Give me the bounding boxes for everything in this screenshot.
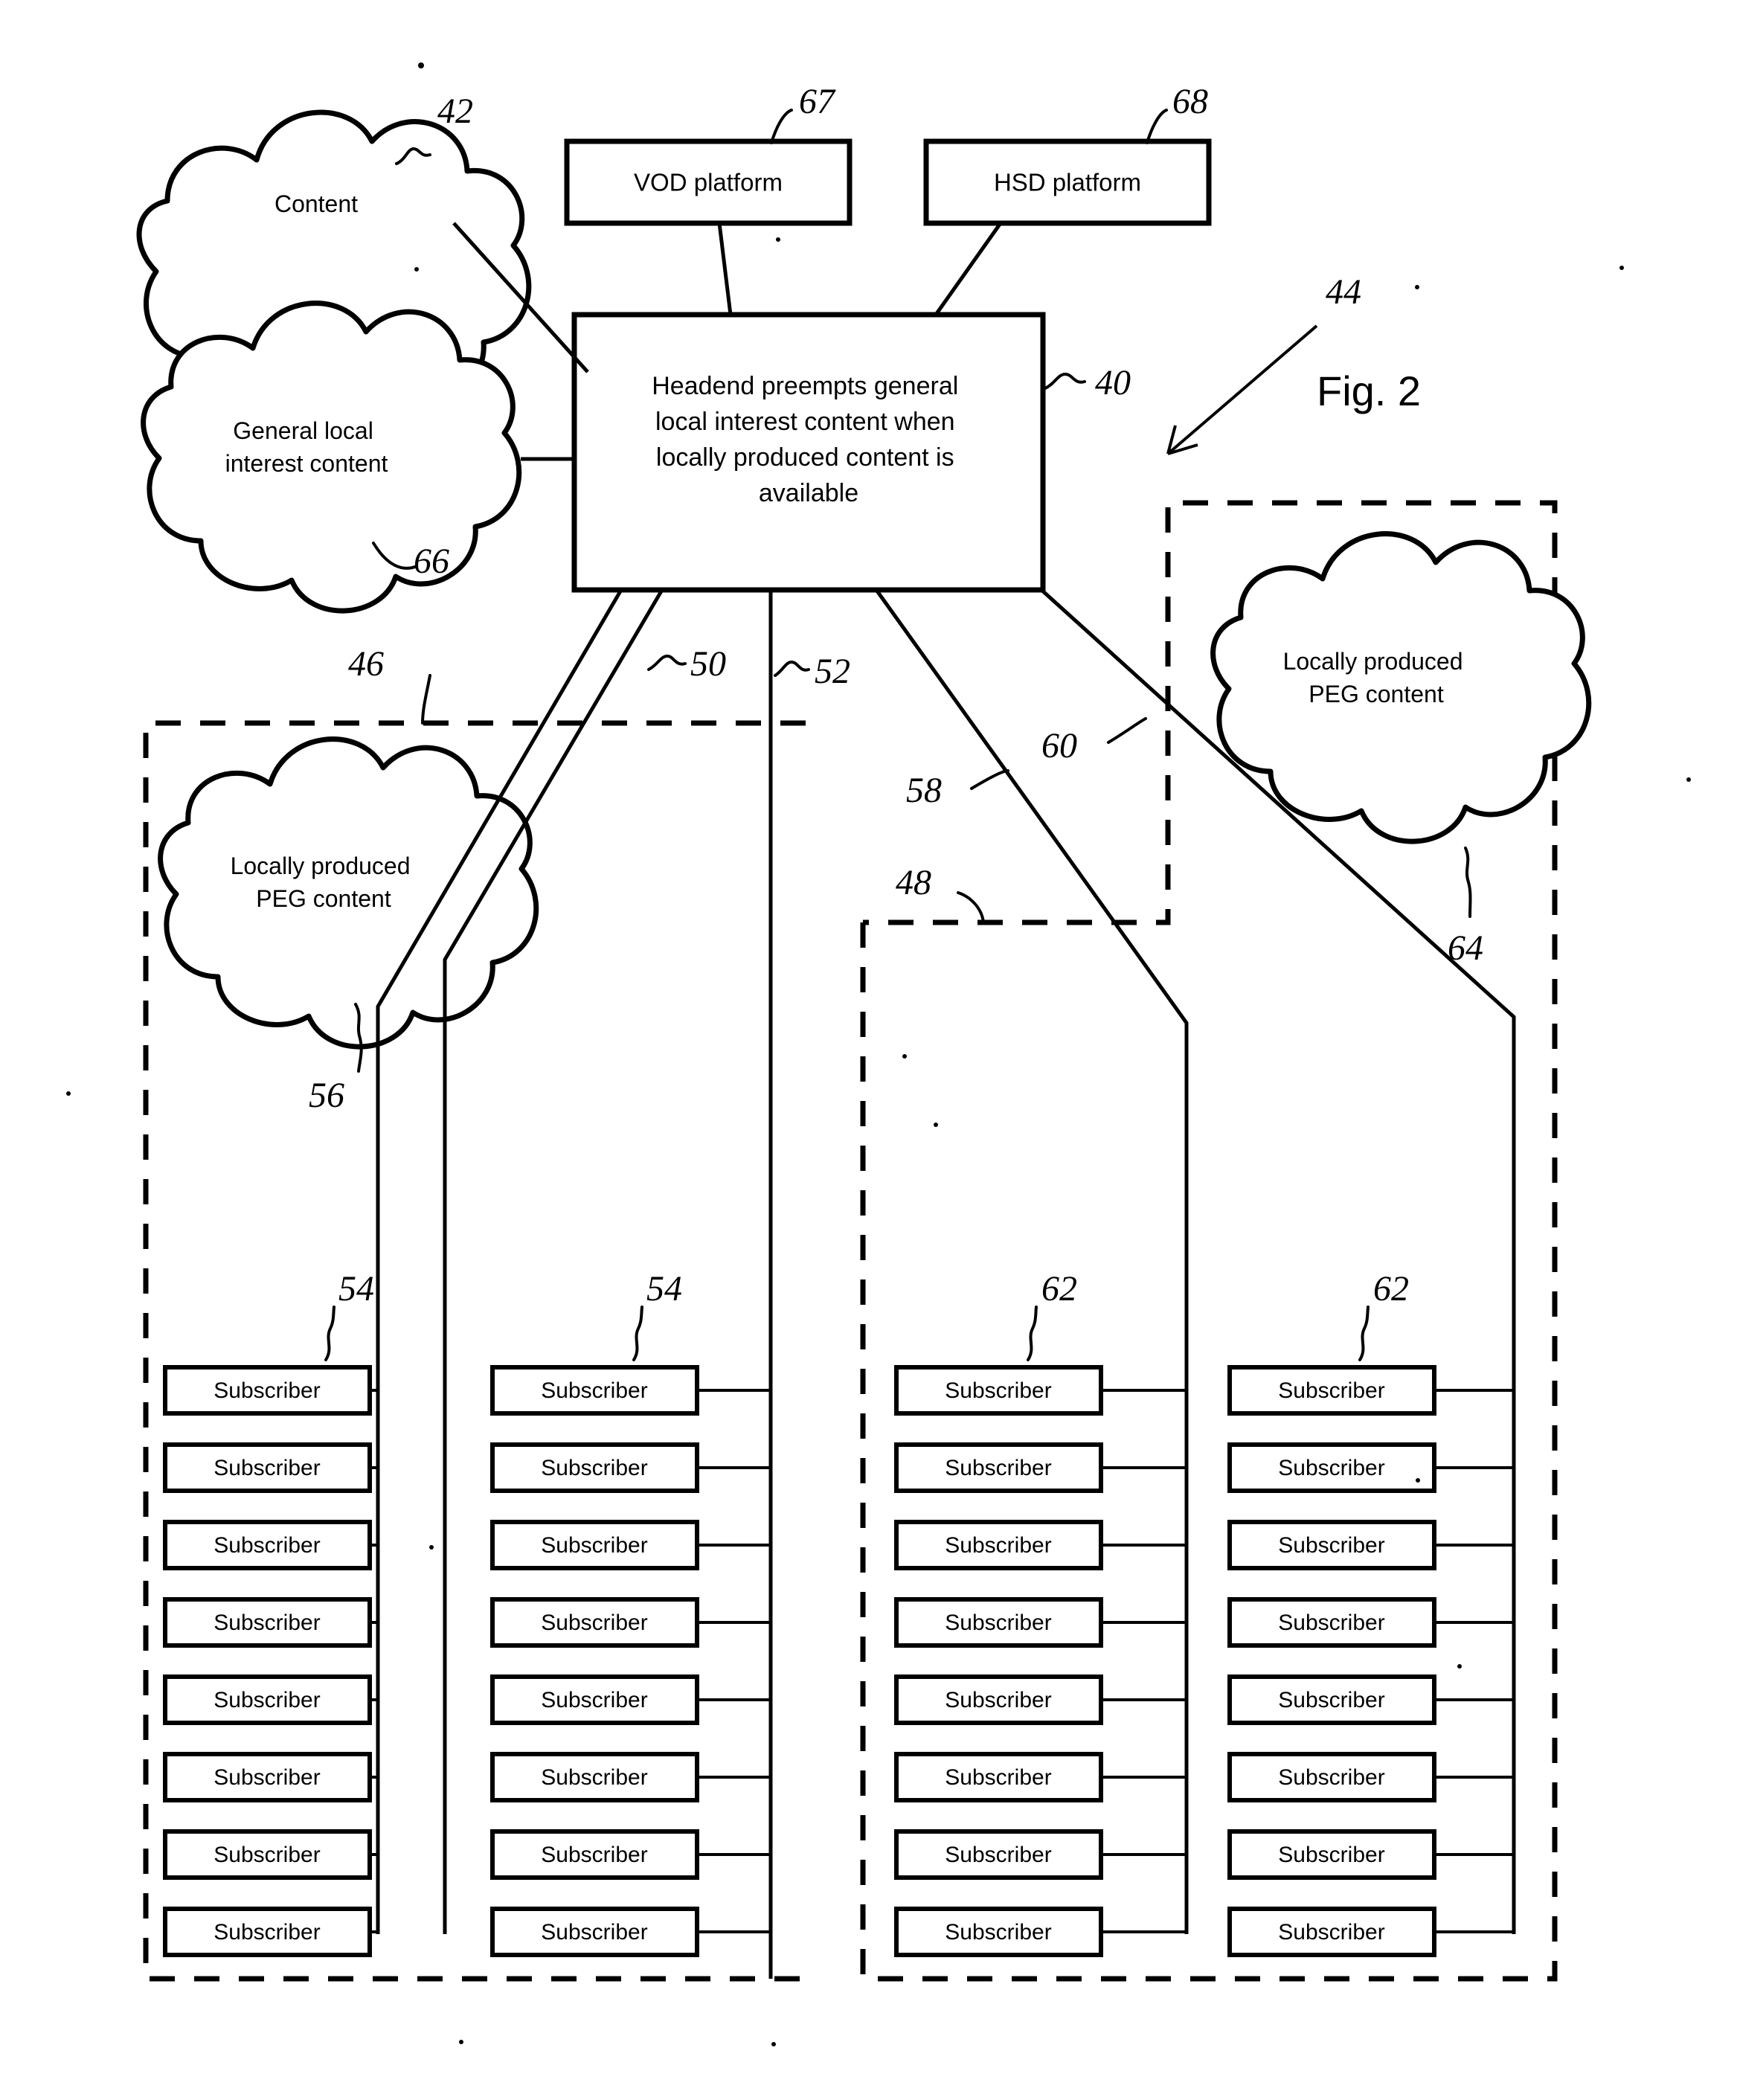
leader-64	[1464, 847, 1472, 918]
ref-67: 67	[799, 82, 836, 121]
subscriber-column-3: Subscriber Subscriber Subscriber Subscri…	[894, 1365, 1187, 1957]
subscriber-label: Subscriber	[213, 1765, 320, 1790]
cloud-content-label: Content	[274, 190, 358, 217]
ref-66: 66	[414, 542, 449, 581]
ref-46: 46	[348, 644, 384, 684]
ref-44: 44	[1326, 272, 1361, 312]
scan-speck	[1619, 266, 1624, 270]
subscriber-label: Subscriber	[541, 1843, 647, 1867]
subscriber-label: Subscriber	[945, 1611, 1051, 1635]
ref-54-col2: 54	[646, 1269, 682, 1309]
leader-44-arrow	[1166, 324, 1318, 455]
subscriber-label: Subscriber	[1278, 1765, 1384, 1790]
scan-speck	[414, 267, 419, 272]
link-vod-to-headend	[717, 222, 733, 315]
ref-62-col4: 62	[1373, 1269, 1409, 1309]
subscriber-label: Subscriber	[213, 1611, 320, 1635]
leader-62-col3	[1027, 1306, 1038, 1361]
subscriber-column-1: Subscriber Subscriber Subscriber Subscri…	[163, 1365, 378, 1957]
scan-speck	[170, 370, 175, 374]
leader-58	[970, 769, 1009, 790]
leader-54-col2	[632, 1306, 643, 1361]
subscriber-label: Subscriber	[945, 1378, 1051, 1403]
subscriber-label: Subscriber	[541, 1378, 647, 1403]
leader-60	[1107, 717, 1147, 744]
subscriber-label: Subscriber	[945, 1533, 1051, 1558]
box-vod-platform-label: VOD platform	[634, 169, 783, 196]
leader-62-col4	[1358, 1306, 1370, 1361]
subscriber-label: Subscriber	[213, 1843, 320, 1867]
subscriber-label: Subscriber	[541, 1920, 647, 1945]
leader-48	[957, 891, 985, 924]
ref-50: 50	[690, 644, 726, 684]
leader-52	[774, 660, 810, 677]
ref-60: 60	[1041, 726, 1077, 765]
ref-52: 52	[815, 652, 850, 691]
subscriber-label: Subscriber	[1278, 1920, 1384, 1945]
subscriber-label: Subscriber	[1278, 1533, 1384, 1558]
subscriber-label: Subscriber	[1278, 1378, 1384, 1403]
scan-speck	[902, 1054, 907, 1059]
scan-speck	[429, 1545, 434, 1550]
link-hsd-to-headend	[934, 222, 1003, 316]
subscriber-label: Subscriber	[945, 1920, 1051, 1945]
subscriber-column-4: Subscriber Subscriber Subscriber Subscri…	[1227, 1365, 1514, 1957]
subscriber-label: Subscriber	[945, 1456, 1051, 1480]
scan-speck	[459, 2040, 463, 2044]
ref-48: 48	[896, 863, 931, 902]
scan-speck	[1415, 285, 1419, 289]
subscriber-label: Subscriber	[541, 1765, 647, 1790]
scan-speck	[418, 62, 424, 68]
scan-speck	[1686, 777, 1691, 782]
scan-speck	[66, 1091, 71, 1096]
subscriber-label: Subscriber	[213, 1533, 320, 1558]
subscriber-label: Subscriber	[213, 1688, 320, 1712]
subscriber-label: Subscriber	[1278, 1688, 1384, 1712]
scan-speck	[771, 2042, 776, 2046]
leader-40	[1044, 372, 1086, 390]
ref-42: 42	[437, 91, 473, 131]
subscriber-label: Subscriber	[541, 1456, 647, 1480]
leader-50	[647, 654, 687, 671]
ref-56: 56	[309, 1076, 344, 1115]
ref-40: 40	[1095, 363, 1131, 402]
ref-68: 68	[1172, 82, 1208, 121]
subscriber-label: Subscriber	[213, 1920, 320, 1945]
subscriber-label: Subscriber	[213, 1456, 320, 1480]
scan-speck	[776, 237, 780, 242]
leader-46	[421, 674, 431, 725]
subscriber-label: Subscriber	[541, 1611, 647, 1635]
ref-58: 58	[906, 771, 942, 810]
patent-figure-svg: Content General local interest content L…	[66, 62, 1691, 2046]
figure-canvas: Content General local interest content L…	[0, 0, 1737, 2100]
subscriber-label: Subscriber	[945, 1765, 1051, 1790]
leader-54-col1	[324, 1306, 335, 1361]
ref-64: 64	[1448, 928, 1483, 968]
subscriber-label: Subscriber	[945, 1688, 1051, 1712]
subscriber-column-2: Subscriber Subscriber Subscriber Subscri…	[490, 1365, 771, 1957]
subscriber-label: Subscriber	[1278, 1456, 1384, 1480]
subscriber-label: Subscriber	[541, 1688, 647, 1712]
figure-label: Fig. 2	[1317, 367, 1421, 414]
subscriber-label: Subscriber	[1278, 1843, 1384, 1867]
ref-54-col1: 54	[338, 1269, 374, 1309]
box-hsd-platform-label: HSD platform	[994, 169, 1141, 196]
subscriber-label: Subscriber	[213, 1378, 320, 1403]
leader-67	[770, 109, 793, 144]
ref-62-col3: 62	[1041, 1269, 1077, 1309]
subscriber-label: Subscriber	[541, 1533, 647, 1558]
scan-speck	[1416, 1478, 1420, 1483]
subscriber-label: Subscriber	[1278, 1611, 1384, 1635]
subscriber-label: Subscriber	[945, 1843, 1051, 1867]
leader-68	[1146, 109, 1168, 144]
scan-speck	[1457, 1664, 1462, 1669]
scan-speck	[934, 1123, 938, 1127]
